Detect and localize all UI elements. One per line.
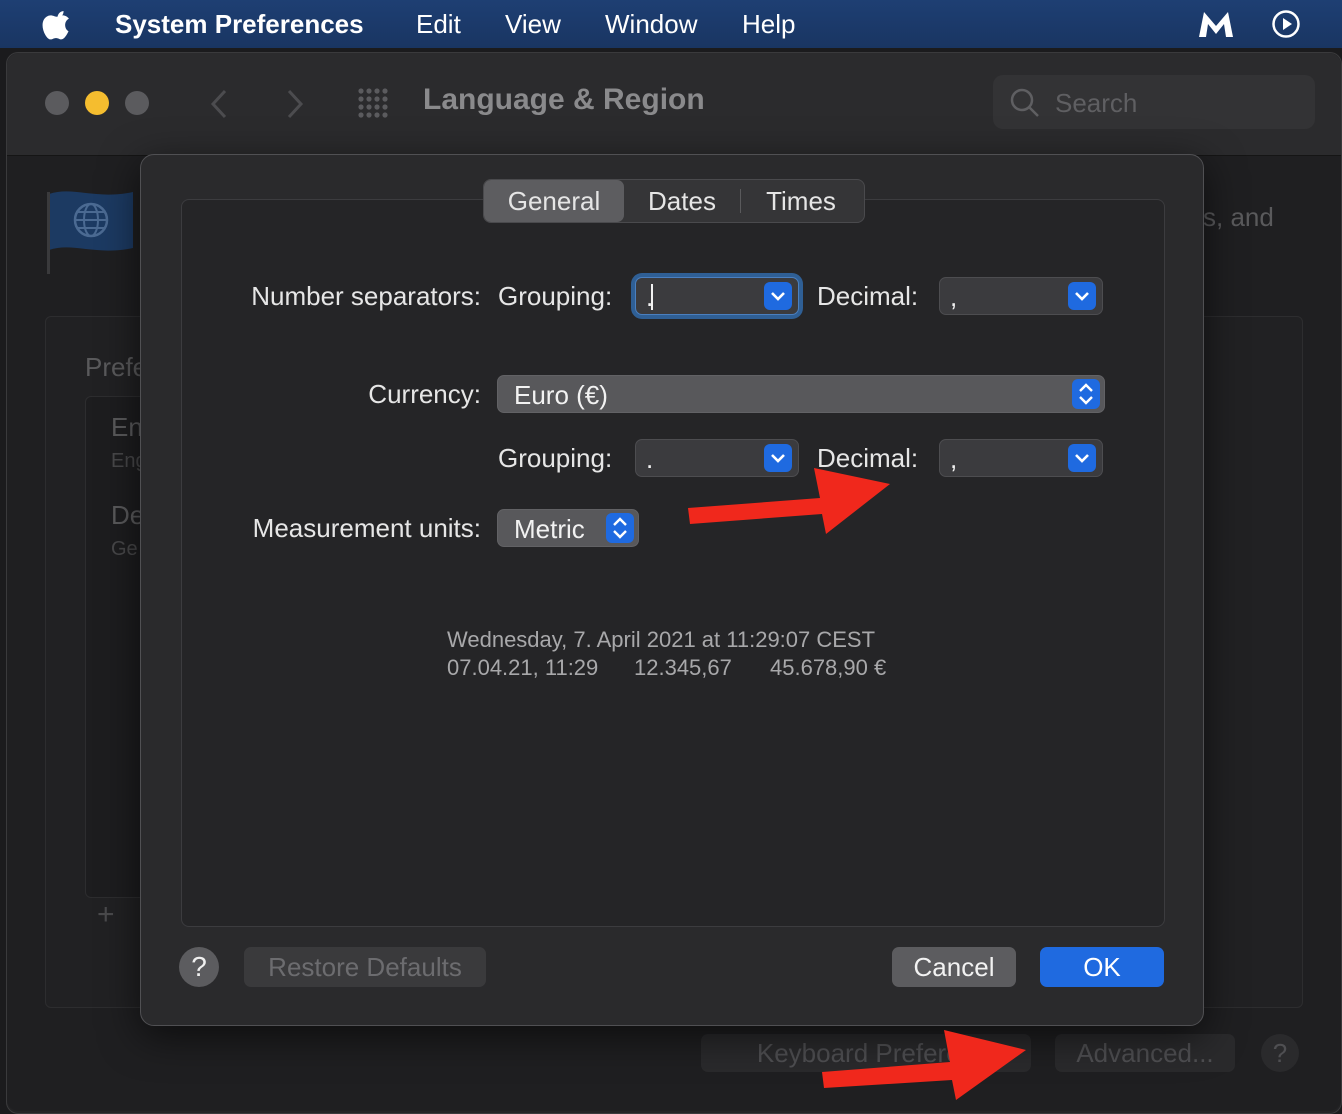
annotation-arrow	[822, 1030, 1026, 1100]
advanced-sheet: General Dates Times Number separators: G…	[140, 154, 1204, 1026]
language-flag-icon	[47, 191, 133, 274]
tab-general[interactable]: General	[484, 180, 624, 222]
currency-decimal-value: ,	[950, 444, 958, 474]
chevron-down-icon	[764, 282, 792, 310]
decimal-label: Decimal:	[817, 281, 919, 311]
sample-number: 12.345,67	[634, 655, 732, 680]
chevron-down-icon	[1068, 282, 1096, 310]
currency-grouping-value: .	[646, 444, 654, 474]
menu-window[interactable]: Window	[605, 9, 697, 40]
tab-bar: General Dates Times	[483, 179, 865, 223]
currency-decimal-popup[interactable]: ,	[939, 439, 1103, 477]
restore-defaults-button[interactable]: Restore Defaults	[244, 947, 486, 987]
search-field[interactable]: Search	[993, 75, 1315, 129]
number-decimal-popup[interactable]: ,	[939, 277, 1103, 315]
m-app-icon[interactable]	[1196, 8, 1236, 40]
grid-icon[interactable]	[357, 87, 393, 123]
tab-dates[interactable]: Dates	[624, 180, 740, 222]
chevron-down-icon	[1068, 444, 1096, 472]
currency-grouping-label: Grouping:	[498, 443, 613, 473]
up-down-chevron-icon	[606, 513, 634, 543]
menu-view[interactable]: View	[505, 9, 561, 40]
up-down-chevron-icon	[1072, 379, 1100, 409]
search-icon	[1010, 88, 1039, 117]
menu-edit[interactable]: Edit	[416, 9, 461, 40]
advanced-button: Advanced...	[1055, 1034, 1235, 1072]
search-placeholder: Search	[1055, 88, 1138, 118]
sample-currency: 45.678,90 €	[770, 655, 887, 680]
background-list-item-title: En	[111, 412, 143, 442]
minimize-button[interactable]	[85, 91, 109, 115]
ok-button[interactable]: OK	[1040, 947, 1164, 987]
background-add-icon: +	[97, 898, 115, 931]
currency-value: Euro (€)	[514, 380, 608, 410]
currency-popup[interactable]: Euro (€)	[497, 375, 1105, 413]
menu-help[interactable]: Help	[742, 9, 795, 40]
window-title: Language & Region	[423, 83, 705, 116]
measurement-units-popup[interactable]: Metric	[497, 509, 639, 547]
sample-date-short: 07.04.21, 11:29	[447, 655, 599, 680]
tab-times[interactable]: Times	[741, 180, 861, 222]
background-help-icon: ?	[1261, 1034, 1299, 1072]
close-button[interactable]	[45, 91, 69, 115]
measurement-units-label: Measurement units:	[252, 513, 481, 543]
background-list-item-subtitle: Ge	[111, 538, 138, 560]
currency-label: Currency:	[368, 379, 481, 409]
back-chevron-icon[interactable]	[207, 87, 231, 121]
menu-app-name[interactable]: System Preferences	[115, 9, 364, 40]
number-separators-label: Number separators:	[251, 281, 481, 311]
background-partial-text: s, and	[1203, 202, 1274, 232]
sample-date-long: Wednesday, 7. April 2021 at 11:29:07 CES…	[447, 627, 876, 652]
menu-bar: System Preferences Edit View Window Help	[0, 0, 1342, 48]
cancel-button[interactable]: Cancel	[892, 947, 1016, 987]
background-panel-heading: Prefe	[85, 352, 148, 382]
number-decimal-value: ,	[950, 282, 958, 312]
annotation-arrow	[688, 468, 890, 534]
measurement-units-value: Metric	[514, 514, 585, 544]
number-grouping-popup[interactable]: .	[635, 277, 799, 315]
title-bar: Language & Region Search	[7, 53, 1341, 156]
play-circle-icon[interactable]	[1270, 8, 1302, 40]
forward-chevron-icon[interactable]	[283, 87, 307, 121]
apple-logo-icon[interactable]	[42, 8, 74, 40]
help-icon[interactable]: ?	[179, 947, 219, 987]
text-cursor	[651, 284, 653, 310]
grouping-label: Grouping:	[498, 281, 613, 311]
zoom-button[interactable]	[125, 91, 149, 115]
